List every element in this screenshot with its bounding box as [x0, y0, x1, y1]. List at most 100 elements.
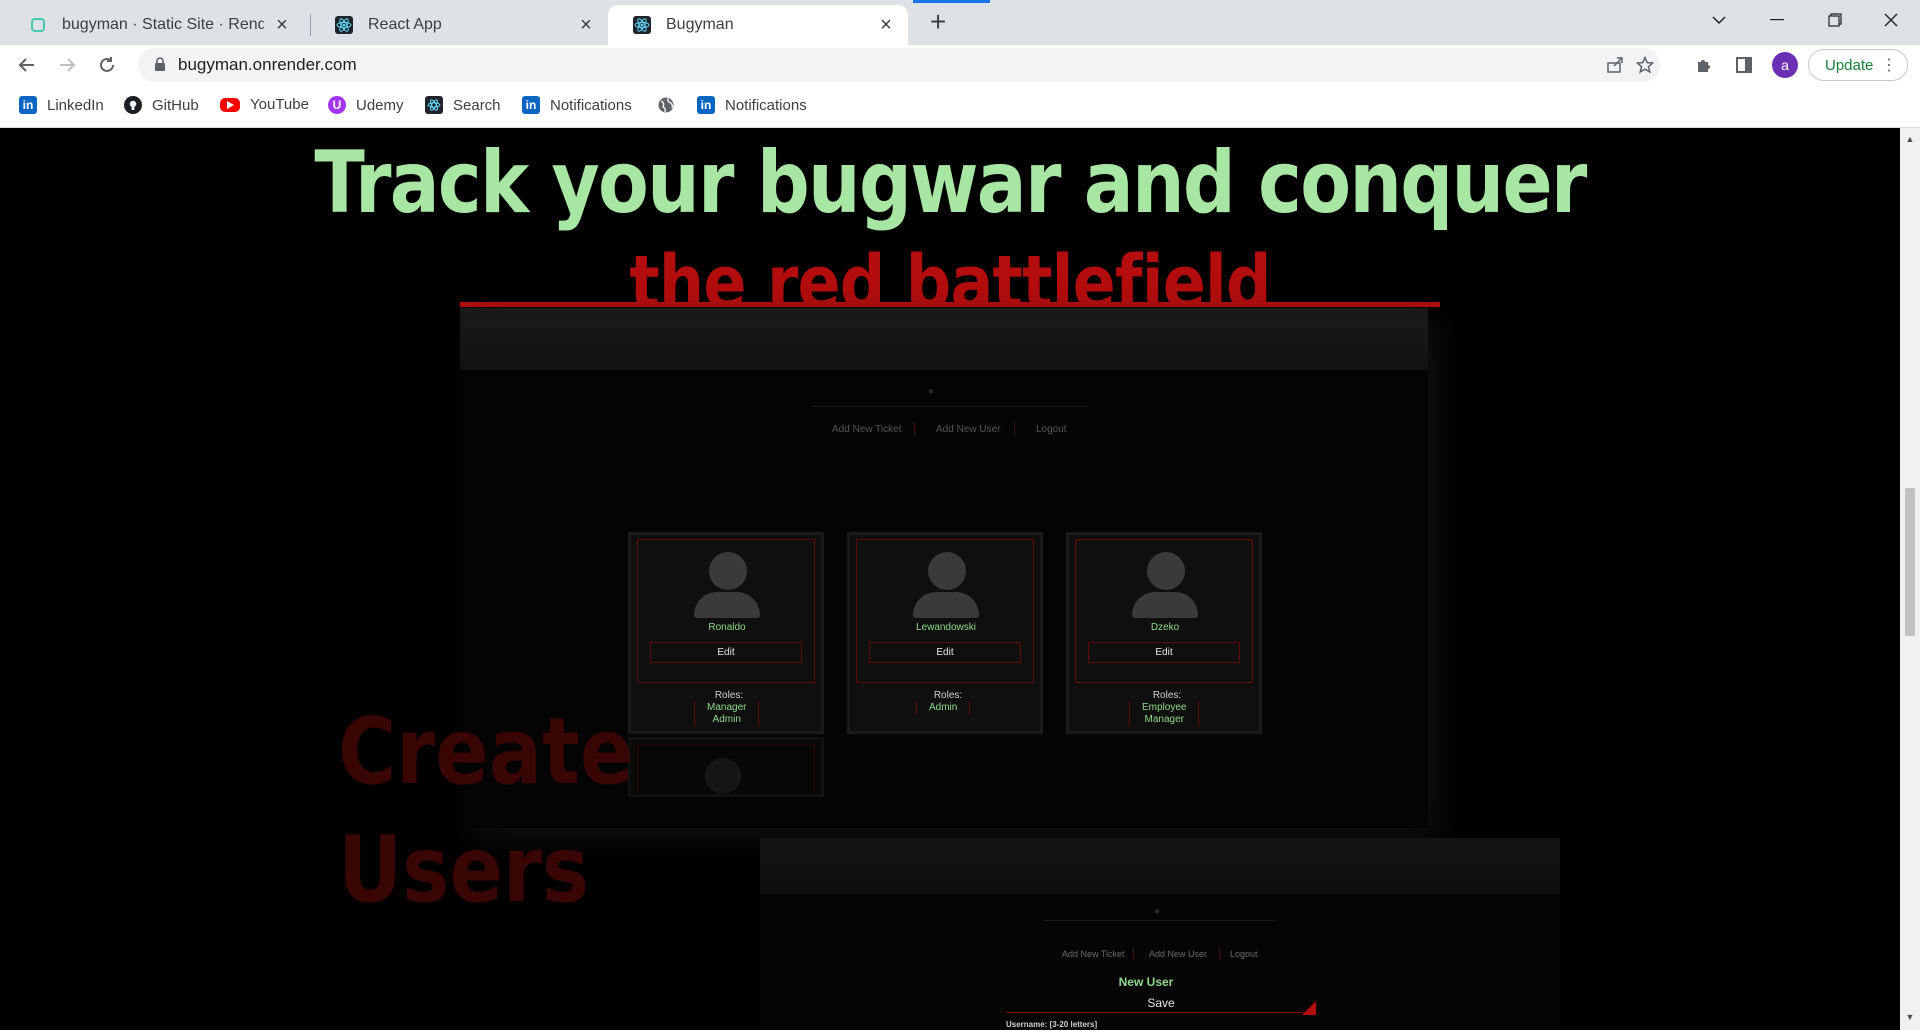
close-icon[interactable]: × — [876, 14, 896, 36]
bookmark-linkedin[interactable]: in LinkedIn — [19, 96, 104, 114]
reload-icon[interactable] — [91, 49, 123, 81]
role-item: Employee — [1142, 702, 1187, 713]
section-title: Create Users — [338, 693, 634, 929]
update-label: Update — [1825, 56, 1874, 74]
extensions-icon[interactable] — [1692, 53, 1716, 77]
user-card: Dzeko Edit Roles: Employee Manager — [1066, 532, 1262, 734]
roles-label: Roles: — [714, 690, 744, 701]
page-scrollbar[interactable]: ▲ ▼ — [1900, 128, 1920, 1030]
bookmark-youtube[interactable]: YouTube — [220, 96, 309, 113]
roles-label: Roles: — [933, 690, 963, 701]
logo-icon: ● — [928, 386, 935, 397]
nav-separator — [1219, 947, 1220, 959]
divider — [460, 302, 1440, 307]
roles-label: Roles: — [1152, 690, 1182, 701]
menu-icon[interactable]: ⋮ — [1881, 55, 1897, 75]
tab-bugyman[interactable]: Bugyman × — [608, 5, 908, 45]
bookmark-label: Udemy — [356, 96, 404, 114]
bookmark-label: YouTube — [250, 96, 309, 113]
bookmark-notifications[interactable]: in Notifications — [522, 96, 632, 114]
roles-list: Employee Manager — [1129, 702, 1200, 726]
username-hint: Username: [3-20 letters] — [1006, 1020, 1098, 1029]
bookmark-label: Notifications — [725, 96, 807, 114]
side-panel-icon[interactable] — [1732, 53, 1756, 77]
user-card: Ronaldo Edit Roles: Manager Admin — [628, 532, 824, 734]
user-name: Ronaldo — [708, 622, 746, 633]
star-icon[interactable] — [1634, 54, 1656, 76]
bookmark-search[interactable]: Search — [425, 96, 501, 114]
tab-title: React App — [368, 16, 442, 33]
tab-title: Bugyman — [666, 16, 734, 33]
restore-icon[interactable] — [1806, 0, 1864, 40]
user-card-frame: Dzeko Edit — [1075, 539, 1253, 683]
user-avatar-icon — [694, 552, 760, 618]
nav-logout: Logout — [1230, 949, 1258, 959]
close-icon[interactable]: × — [576, 14, 596, 36]
linkedin-icon: in — [19, 96, 37, 114]
tab-render[interactable]: bugyman · Static Site · Render D × — [4, 5, 304, 45]
section-title-line: Create — [338, 698, 634, 805]
new-tab-button[interactable]: + — [923, 8, 953, 38]
update-button[interactable]: Update ⋮ — [1808, 49, 1908, 81]
nav-add-user: Add New User — [1149, 949, 1208, 959]
bookmark-udemy[interactable]: U Udemy — [328, 96, 404, 114]
bookmark-github[interactable]: GitHub — [124, 96, 199, 114]
bookmark-label: Notifications — [550, 96, 632, 114]
udemy-icon: U — [328, 96, 346, 114]
github-icon — [124, 96, 142, 114]
lock-icon — [154, 57, 166, 77]
close-window-icon[interactable] — [1862, 0, 1920, 40]
bookmark-label: LinkedIn — [47, 96, 104, 114]
edit-button: Edit — [650, 642, 802, 663]
minimize-icon[interactable] — [1748, 0, 1806, 40]
url-text: bugyman.onrender.com — [178, 55, 357, 74]
section-title-line: Users — [338, 816, 590, 923]
user-avatar-icon — [1132, 552, 1198, 618]
bookmark-globe[interactable] — [657, 96, 685, 114]
nav-add-ticket: Add New Ticket — [832, 424, 902, 435]
nav-separator — [914, 422, 915, 436]
nav-logout: Logout — [1036, 424, 1067, 435]
react-icon — [425, 96, 443, 114]
role-item: Admin — [929, 702, 958, 713]
user-name: Lewandowski — [915, 622, 977, 633]
role-item: Admin — [712, 714, 741, 725]
save-button: Save — [1006, 993, 1316, 1013]
user-card-frame: Ronaldo Edit — [637, 539, 815, 683]
back-icon[interactable] — [11, 49, 43, 81]
hero-title: Track your bugwar and conquer — [314, 133, 1587, 233]
role-item: Manager — [707, 702, 747, 713]
hero-subtitle: the red battlefield — [629, 240, 1271, 304]
close-icon[interactable]: × — [272, 14, 292, 36]
linkedin-icon: in — [697, 96, 715, 114]
page-viewport: Track your bugwar and conquer the red ba… — [0, 128, 1900, 1030]
browser-toolbar: bugyman.onrender.com a Update ⋮ — [0, 45, 1920, 85]
roles-list: Admin — [916, 702, 971, 714]
forward-icon[interactable] — [51, 49, 83, 81]
tab-title: bugyman · Static Site · Render D — [62, 16, 264, 33]
user-card: Lewandowski Edit Roles: Admin — [847, 532, 1043, 734]
tab-react-app[interactable]: React App × — [310, 5, 608, 45]
nav-separator — [1014, 422, 1015, 436]
user-name: Dzeko — [1150, 622, 1180, 633]
nav-add-user: Add New User — [936, 424, 1001, 435]
save-indicator-icon — [1302, 1001, 1316, 1015]
bookmark-notifications-2[interactable]: in Notifications — [697, 96, 807, 114]
nav-add-ticket: Add New Ticket — [1062, 949, 1125, 959]
new-user-screenshot: ● Add New Ticket Add New User Logout New… — [760, 838, 1560, 1030]
bookmarks-bar: in LinkedIn GitHub YouTube U Udemy Searc… — [0, 85, 1920, 128]
scroll-down-icon[interactable]: ▼ — [1905, 1012, 1915, 1022]
role-item: Manager — [1144, 714, 1184, 725]
scrollbar-thumb[interactable] — [1905, 488, 1915, 636]
chevron-down-icon[interactable] — [1690, 0, 1748, 40]
address-bar[interactable]: bugyman.onrender.com — [138, 48, 1660, 82]
share-icon[interactable] — [1604, 54, 1626, 76]
logo-icon: ● — [1154, 906, 1161, 917]
tab-bar: bugyman · Static Site · Render D × React… — [0, 0, 1920, 45]
bookmark-label: Search — [453, 96, 501, 114]
edit-button: Edit — [1088, 642, 1240, 663]
scroll-up-icon[interactable]: ▲ — [1905, 134, 1915, 144]
user-avatar-icon — [705, 758, 741, 794]
profile-avatar[interactable]: a — [1772, 52, 1798, 78]
react-icon — [334, 15, 354, 35]
